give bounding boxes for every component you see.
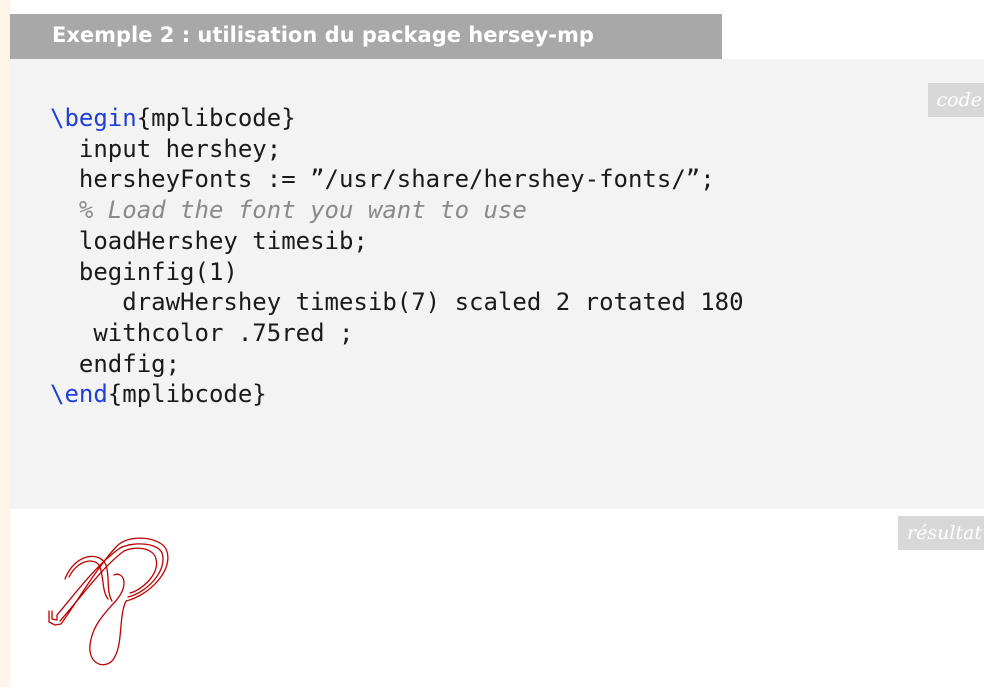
example-box: Exemple 2 : utilisation du package herse…: [10, 0, 984, 687]
code-line: endfig;: [50, 349, 181, 378]
code-line: loadHershey timesib;: [50, 226, 368, 255]
code-line-text: {mplibcode}: [136, 104, 296, 132]
code-line: drawHershey timesib(7) scaled 2 rotated …: [50, 288, 744, 317]
code-line: hersheyFonts := ”/usr/share/hershey-font…: [50, 165, 715, 194]
result-tag: résultat: [898, 516, 984, 550]
code-line: \end{mplibcode}: [50, 380, 267, 408]
code-panel: code \begin{mplibcode} input hershey; he…: [10, 59, 984, 509]
code-line: input hershey;: [50, 134, 282, 163]
code-line: \begin{mplibcode}: [50, 104, 296, 132]
example-title: Exemple 2 : utilisation du package herse…: [52, 23, 594, 47]
code-line: beginfig(1): [50, 257, 238, 286]
latex-keyword: \end: [50, 380, 108, 409]
latex-keyword: \begin: [50, 104, 137, 132]
code-listing: \begin{mplibcode} input hershey; hershey…: [50, 103, 744, 410]
example-title-bar: Exemple 2 : utilisation du package herse…: [10, 14, 722, 59]
code-line-text: {mplibcode}: [107, 380, 267, 409]
code-line: withcolor .75red ;: [50, 318, 354, 347]
hershey-glyph-result: [48, 537, 169, 666]
code-comment: % Load the font you want to use: [50, 196, 527, 225]
code-tag: code: [927, 83, 984, 117]
